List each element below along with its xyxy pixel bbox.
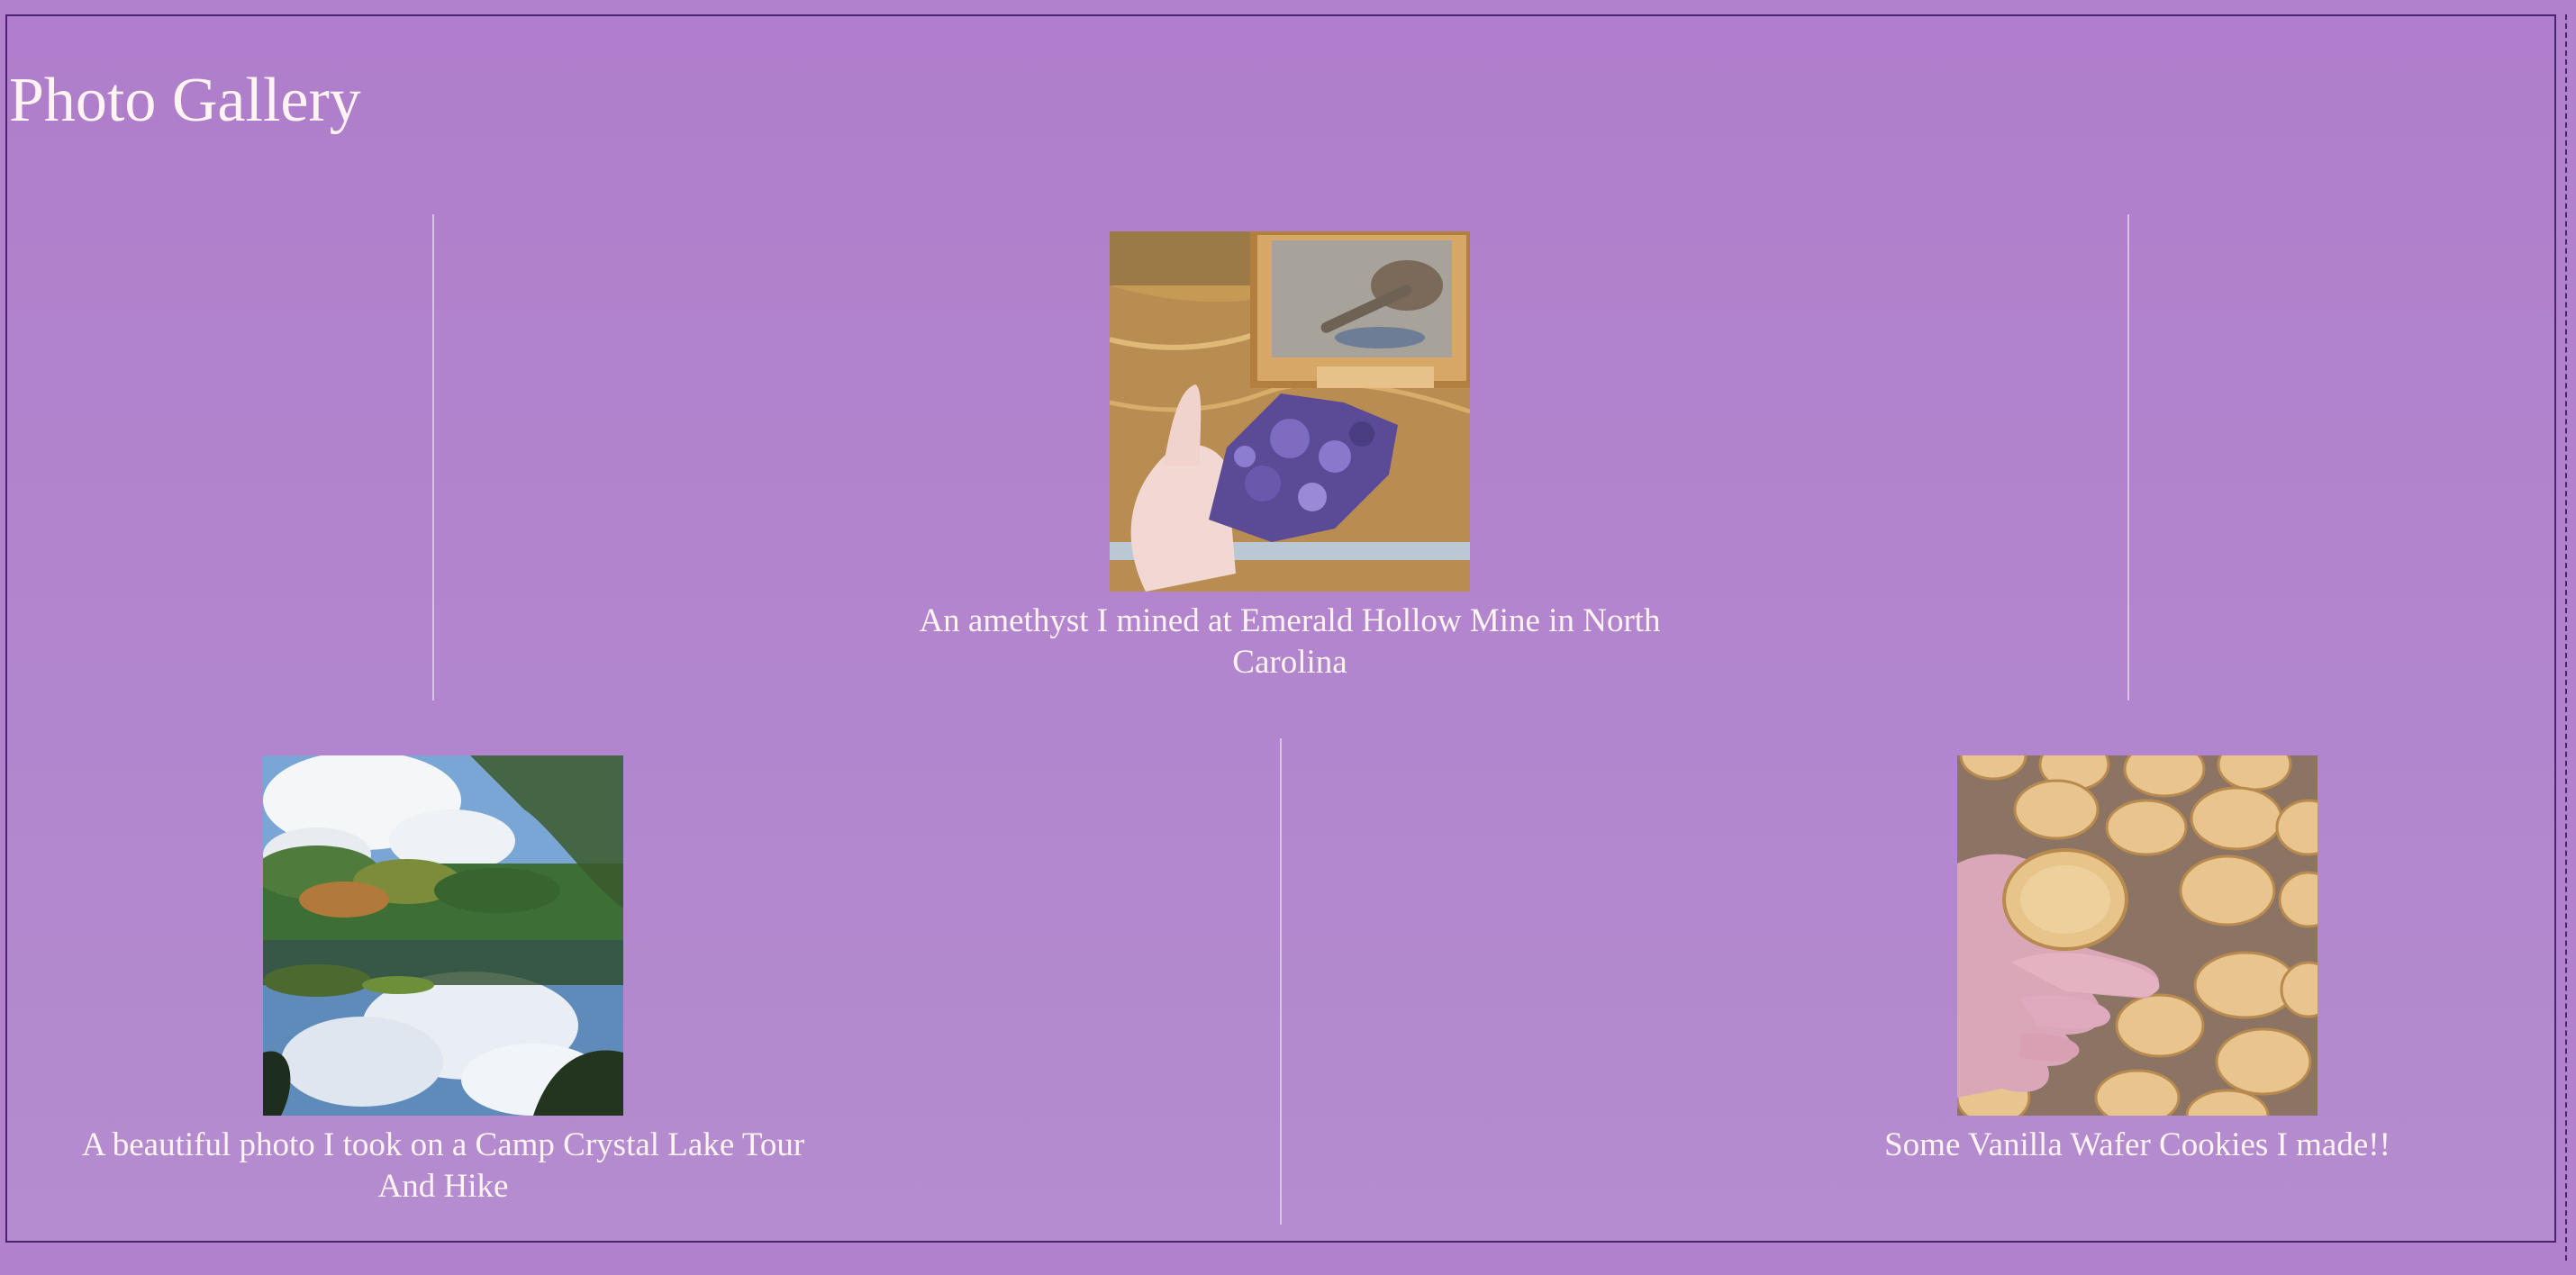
divider-right-top	[2127, 214, 2129, 701]
scroll-edge	[2565, 14, 2567, 1261]
lake-photo	[263, 755, 623, 1116]
cookies-photo	[1957, 755, 2317, 1116]
divider-center-bottom	[1280, 738, 1282, 1225]
amethyst-photo	[1110, 231, 1470, 592]
gallery-caption: A beautiful photo I took on a Camp Cryst…	[81, 1126, 805, 1205]
page-title: Photo Gallery	[9, 66, 361, 135]
gallery-caption: An amethyst I mined at Emerald Hollow Mi…	[919, 602, 1661, 681]
gallery-item-cookies: Some Vanilla Wafer Cookies I made!!	[1858, 755, 2417, 1166]
gallery-item-lake: A beautiful photo I took on a Camp Cryst…	[56, 755, 830, 1207]
divider-left-top	[432, 214, 434, 701]
gallery-caption: Some Vanilla Wafer Cookies I made!!	[1884, 1126, 2390, 1163]
gallery-item-amethyst: An amethyst I mined at Emerald Hollow Mi…	[901, 231, 1679, 683]
